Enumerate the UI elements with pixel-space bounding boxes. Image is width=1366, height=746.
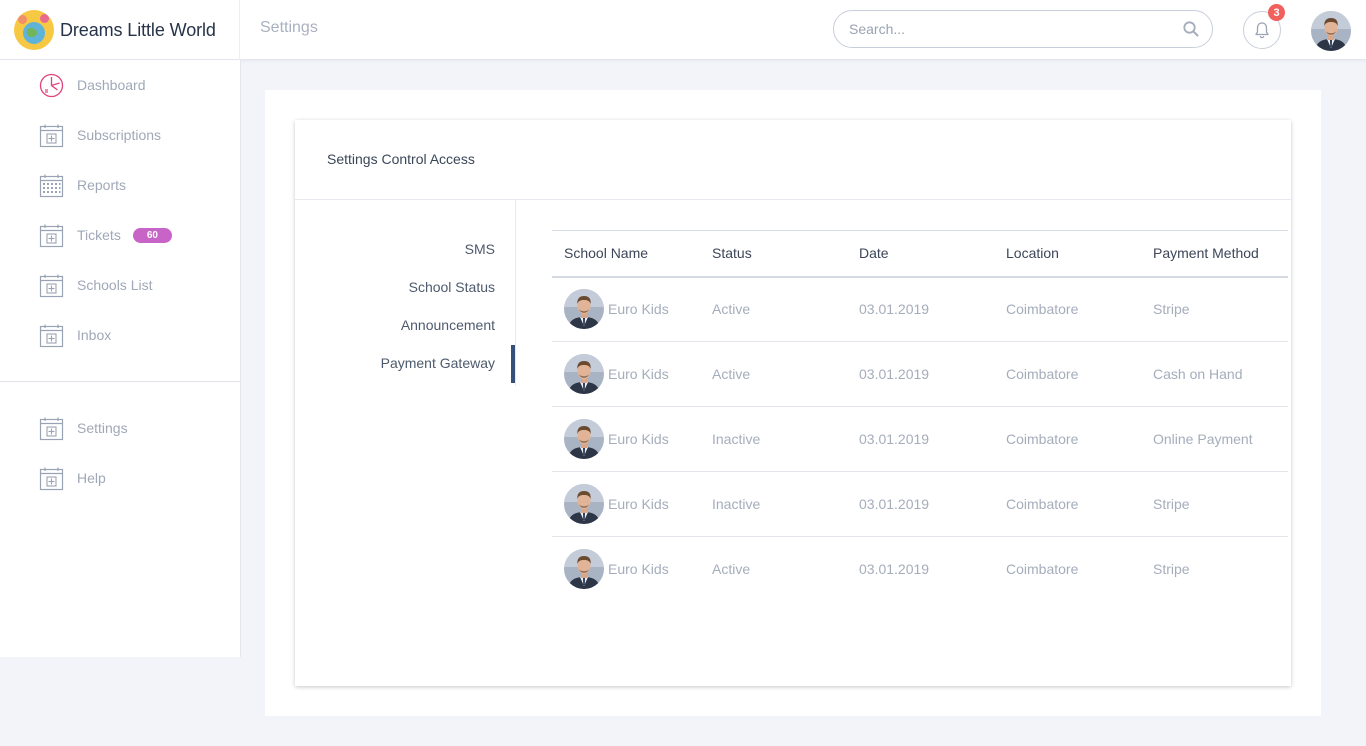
- page-title: Settings: [260, 19, 318, 36]
- sidebar-item-inbox[interactable]: Inbox: [39, 321, 111, 349]
- column-header-status: Status: [712, 245, 752, 262]
- bell-icon: [1255, 22, 1269, 39]
- cell-date: 03.01.2019: [859, 366, 930, 382]
- cell-location: Coimbatore: [1006, 496, 1079, 512]
- column-header-payment-method: Payment Method: [1153, 245, 1259, 262]
- dashboard-icon: [39, 73, 64, 97]
- school-name: Euro Kids: [608, 496, 669, 512]
- active-tab-indicator: [511, 345, 515, 383]
- school-name: Euro Kids: [608, 366, 669, 382]
- school-avatar: [564, 289, 604, 330]
- tab-announcement[interactable]: Announcement: [401, 317, 495, 333]
- school-avatar: [564, 354, 604, 394]
- cell-status: Inactive: [712, 496, 761, 512]
- sidebar: Dashboard Subscriptions Reports Tickets …: [0, 60, 241, 657]
- school-avatar: [564, 549, 604, 590]
- sidebar-item-label: Settings: [77, 420, 128, 436]
- cell-payment-method: Cash on Hand: [1153, 366, 1243, 382]
- search-input[interactable]: [849, 21, 1182, 37]
- card-divider: [295, 199, 1291, 200]
- top-header: Dreams Little World Settings 3: [0, 0, 1366, 60]
- calendar-plus-icon: [39, 124, 64, 147]
- cell-school-name: Euro Kids: [552, 472, 700, 537]
- sidebar-item-label: Help: [77, 470, 106, 486]
- tab-payment-gateway[interactable]: Payment Gateway: [381, 355, 495, 371]
- table-row[interactable]: Euro Kids Active 03.01.2019 Coimbatore Strip…: [552, 537, 1288, 602]
- tab-school-status[interactable]: School Status: [409, 279, 495, 295]
- cell-school-name: Euro Kids: [552, 407, 700, 472]
- sidebar-item-schools-list[interactable]: Schools List: [39, 271, 152, 299]
- sidebar-item-label: Tickets: [77, 227, 121, 243]
- cell-location: Coimbatore: [1006, 366, 1079, 382]
- column-header-school-name: School Name: [564, 245, 649, 262]
- sidebar-item-settings[interactable]: Settings: [39, 414, 128, 442]
- school-avatar: [564, 419, 604, 459]
- school-name: Euro Kids: [608, 301, 669, 318]
- user-avatar[interactable]: [1311, 11, 1351, 51]
- cell-location: Coimbatore: [1006, 301, 1079, 318]
- calendar-plus-icon: [39, 324, 64, 347]
- school-name: Euro Kids: [608, 561, 669, 578]
- calendar-plus-icon: [39, 274, 64, 297]
- sidebar-item-label: Dashboard: [77, 77, 146, 93]
- column-header-location: Location: [1006, 245, 1059, 262]
- tabs-divider: [515, 200, 516, 386]
- sidebar-item-reports[interactable]: Reports: [39, 171, 126, 199]
- cell-location: Coimbatore: [1006, 561, 1079, 578]
- brand[interactable]: Dreams Little World: [0, 0, 240, 60]
- search-icon[interactable]: [1182, 20, 1200, 38]
- table-row[interactable]: Euro Kids Inactive 03.01.2019 Coimbatore Str…: [552, 472, 1288, 537]
- cell-school-name: Euro Kids: [552, 537, 700, 602]
- school-avatar: [564, 484, 604, 524]
- cell-status: Active: [712, 561, 751, 578]
- cell-status: Inactive: [712, 431, 761, 447]
- cell-date: 03.01.2019: [859, 496, 930, 512]
- sidebar-item-label: Inbox: [77, 327, 112, 343]
- payment-table: School Name Status Date Location Payment…: [552, 230, 1288, 602]
- cell-payment-method: Stripe: [1153, 301, 1190, 318]
- table-header-row: School Name Status Date Location Payment…: [552, 230, 1288, 277]
- cell-status: Active: [712, 301, 751, 318]
- sidebar-item-subscriptions[interactable]: Subscriptions: [39, 121, 161, 149]
- cell-school-name: Euro Kids: [552, 277, 700, 342]
- school-name: Euro Kids: [608, 431, 669, 447]
- sidebar-item-label: Reports: [77, 177, 127, 193]
- cell-date: 03.01.2019: [859, 431, 930, 447]
- sidebar-item-tickets[interactable]: Tickets 60: [39, 221, 172, 249]
- sidebar-item-label: Schools List: [77, 277, 153, 293]
- cell-date: 03.01.2019: [859, 561, 930, 578]
- sidebar-divider: [0, 381, 240, 382]
- cell-payment-method: Stripe: [1153, 561, 1190, 578]
- sidebar-item-dashboard[interactable]: Dashboard: [39, 71, 146, 99]
- cell-payment-method: Stripe: [1153, 496, 1190, 512]
- sidebar-item-label: Subscriptions: [77, 127, 162, 143]
- cell-school-name: Euro Kids: [552, 342, 700, 407]
- tab-sms[interactable]: SMS: [465, 241, 495, 257]
- table-row[interactable]: Euro Kids Inactive 03.01.2019 Coimbatore Onl…: [552, 407, 1288, 472]
- search-box[interactable]: [833, 10, 1213, 48]
- calendar-plus-icon: [39, 417, 64, 440]
- cell-payment-method: Online Payment: [1153, 431, 1253, 447]
- sidebar-item-help[interactable]: Help: [39, 464, 106, 492]
- calendar-grid-icon: [39, 174, 64, 197]
- calendar-plus-icon: [39, 467, 64, 490]
- table-row[interactable]: Euro Kids Active 03.01.2019 Coimbatore Strip…: [552, 277, 1288, 342]
- column-header-date: Date: [859, 245, 889, 262]
- cell-location: Coimbatore: [1006, 431, 1079, 447]
- cell-date: 03.01.2019: [859, 301, 930, 318]
- cell-status: Active: [712, 366, 751, 382]
- settings-card: Settings Control Access SMS School Statu…: [295, 120, 1291, 686]
- tickets-count-badge: 60: [132, 227, 172, 243]
- notification-badge: 3: [1268, 4, 1285, 21]
- card-title: Settings Control Access: [327, 151, 475, 167]
- brand-name: Dreams Little World: [60, 19, 216, 40]
- table-row[interactable]: Euro Kids Active 03.01.2019 Coimbatore Cash …: [552, 342, 1288, 407]
- brand-logo: [14, 10, 54, 50]
- calendar-plus-icon: [39, 224, 64, 247]
